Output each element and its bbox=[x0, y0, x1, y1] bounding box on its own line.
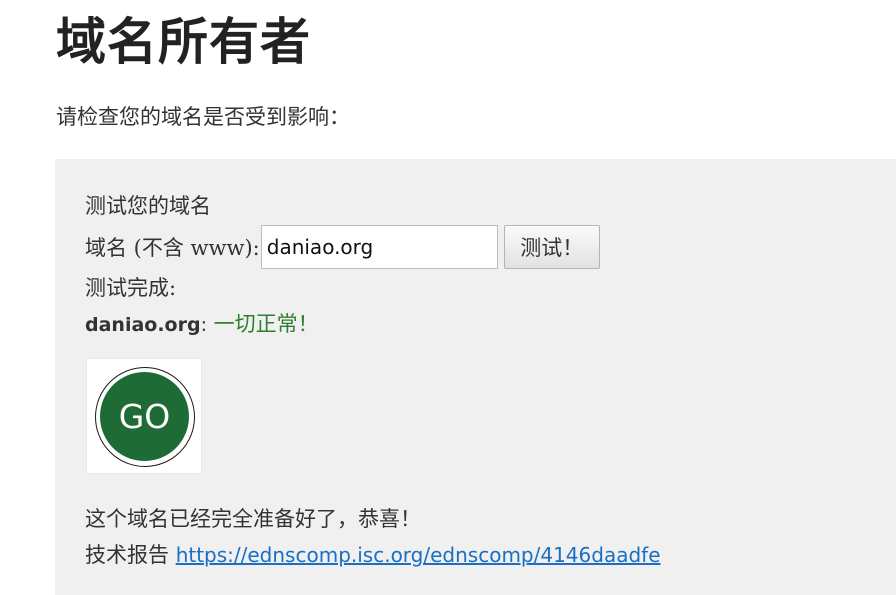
ready-message: 这个域名已经完全准备好了，恭喜！ bbox=[85, 507, 421, 531]
result-colon: : bbox=[200, 314, 207, 336]
domain-input[interactable] bbox=[260, 225, 498, 269]
test-result: daniao.org: 一切正常！ bbox=[85, 309, 319, 340]
technical-report-link[interactable]: https://ednscomp.isc.org/ednscomp/4146da… bbox=[176, 543, 661, 567]
technical-report-row: 技术报告 https://ednscomp.isc.org/ednscomp/4… bbox=[85, 540, 661, 570]
go-badge-text: GO bbox=[100, 372, 189, 461]
technical-report-label: 技术报告 bbox=[85, 543, 169, 567]
go-badge: GO bbox=[86, 358, 202, 474]
test-done-label: 测试完成: bbox=[85, 276, 177, 300]
domain-label: 域名 (不含 www): bbox=[85, 236, 260, 260]
intro-text: 请检查您的域名是否受到影响： bbox=[56, 105, 350, 129]
test-button[interactable]: 测试！ bbox=[503, 225, 600, 269]
page: 域名所有者 请检查您的域名是否受到影响： 测试您的域名 域名 (不含 www):… bbox=[0, 0, 896, 595]
result-status: 一切正常！ bbox=[213, 312, 319, 336]
test-heading: 测试您的域名 bbox=[85, 194, 211, 218]
page-title: 域名所有者 bbox=[56, 12, 311, 71]
result-domain: daniao.org bbox=[85, 314, 201, 336]
go-badge-icon: GO bbox=[95, 367, 195, 467]
domain-input-row: 域名 (不含 www): 测试！ bbox=[85, 225, 600, 269]
domain-test-panel: 测试您的域名 域名 (不含 www): 测试！ 测试完成: daniao.org… bbox=[55, 159, 896, 595]
